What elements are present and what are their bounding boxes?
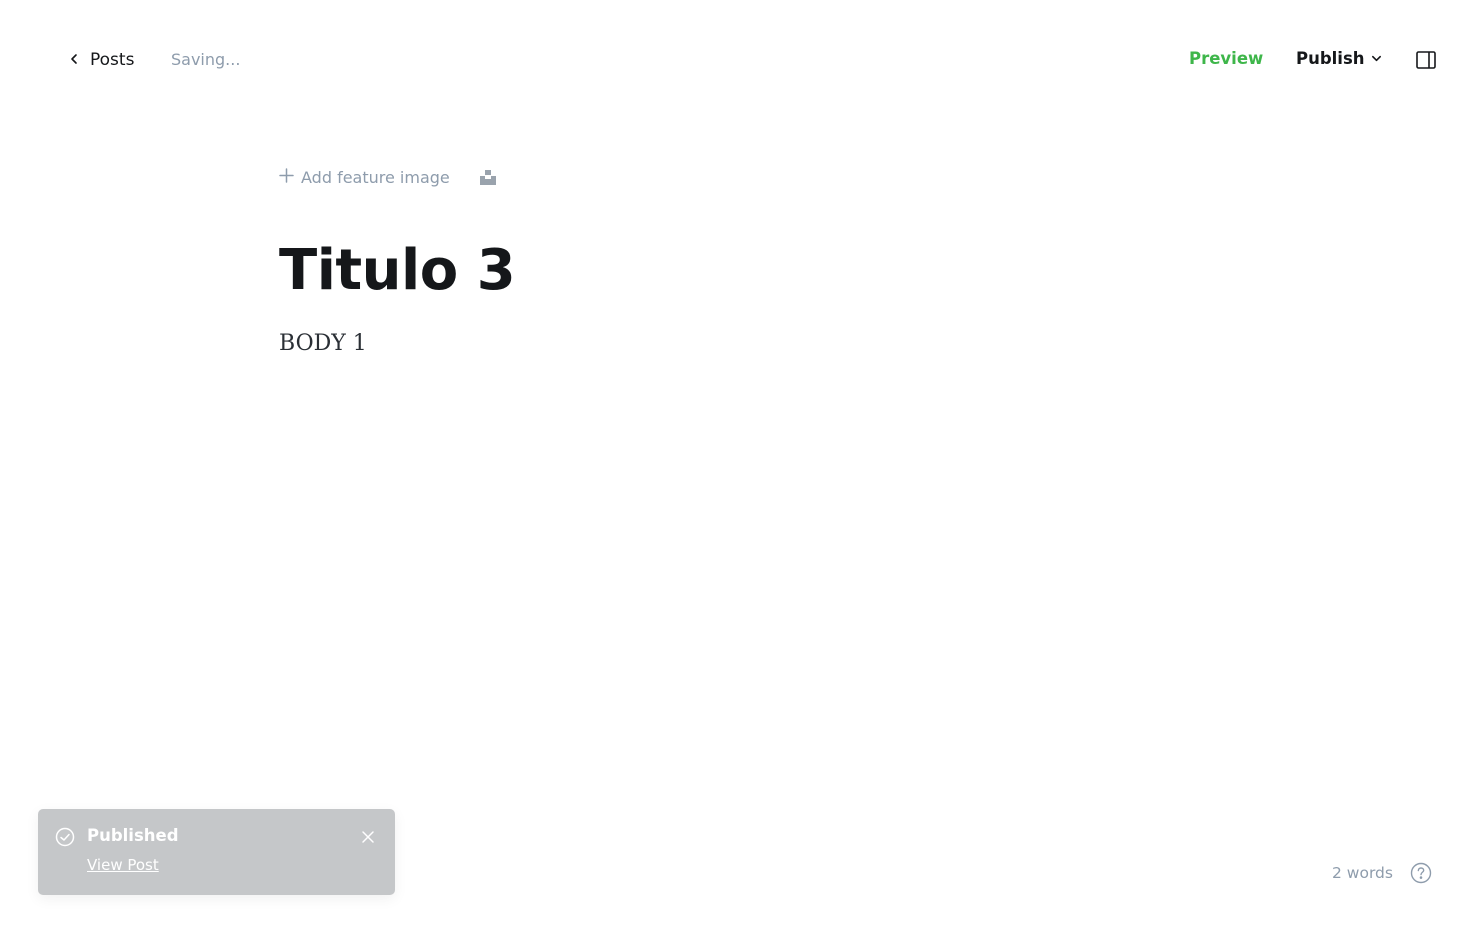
- preview-button[interactable]: Preview: [1189, 49, 1263, 68]
- post-editor: Add feature image Titulo 3 BODY 1: [279, 150, 1199, 356]
- post-body[interactable]: BODY 1: [279, 331, 1199, 356]
- sidebar-toggle-icon[interactable]: [1415, 49, 1437, 71]
- post-title[interactable]: Titulo 3: [279, 239, 1199, 303]
- word-count: 2 words: [1332, 864, 1393, 882]
- chevron-down-icon: [1371, 49, 1382, 68]
- publish-button-label: Publish: [1296, 49, 1365, 68]
- view-post-link[interactable]: View Post: [87, 856, 159, 874]
- publish-menu-button[interactable]: Publish: [1296, 49, 1382, 68]
- help-icon[interactable]: [1410, 862, 1432, 884]
- chevron-left-icon: [68, 50, 80, 70]
- published-notification: Published View Post: [38, 809, 395, 895]
- add-feature-image-label: Add feature image: [301, 167, 450, 187]
- add-feature-image-button[interactable]: Add feature image: [279, 168, 450, 187]
- unsplash-icon[interactable]: [478, 167, 498, 187]
- editor-header: Posts Saving... Preview Publish: [0, 0, 1483, 120]
- save-status: Saving...: [171, 50, 241, 69]
- back-link-label: Posts: [90, 50, 135, 70]
- plus-icon: [279, 167, 294, 187]
- notification-title: Published: [87, 826, 179, 845]
- back-to-posts-link[interactable]: Posts: [68, 48, 134, 72]
- feature-image-row: Add feature image: [279, 150, 1199, 204]
- close-icon[interactable]: [361, 829, 375, 843]
- check-circle-icon: [55, 827, 75, 847]
